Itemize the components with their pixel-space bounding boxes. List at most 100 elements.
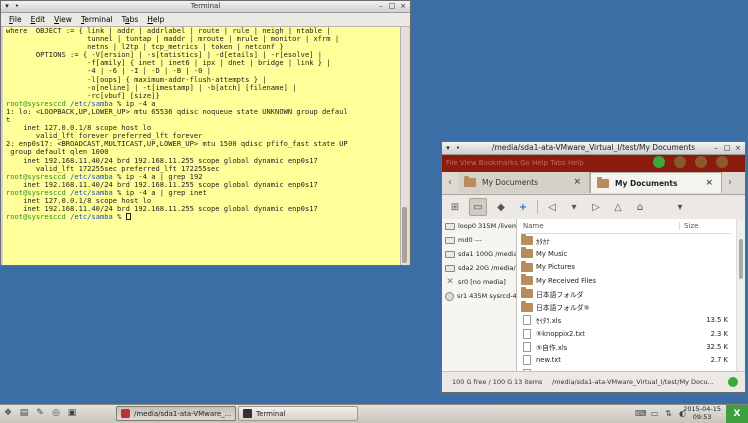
up-icon[interactable]: △ xyxy=(610,199,626,215)
sidebar-item-device[interactable]: sr1 435M sysrcd-4 xyxy=(442,289,516,303)
terminal-titlebar[interactable]: ▾ • Terminal – □ × xyxy=(1,1,410,13)
list-header: Name Size xyxy=(521,219,731,234)
fm-titlebar[interactable]: ▾ • /media/sda1-ata-VMware_Virtual_I/tes… xyxy=(442,142,745,155)
display-icon[interactable]: ▭ xyxy=(649,408,660,419)
new-tab-icon[interactable]: ⊞ xyxy=(447,199,463,215)
start-menu-icon[interactable]: ❖ xyxy=(2,407,14,419)
task-label: Terminal xyxy=(256,409,286,418)
taskbar-item-file-manager[interactable]: /media/sda1-ata-VMware_... xyxy=(116,406,236,421)
fm-toolbar: ⊞ ▭ ◆ + ◁ ▾ ▷ △ ⌂ ▾ xyxy=(442,195,745,220)
taskbar: ❖ ▤ ✎ ◎ ▣ /media/sda1-ata-VMware_... Ter… xyxy=(0,404,748,423)
clock-time: 09:53 xyxy=(692,412,712,421)
terminal-scrollbar-thumb[interactable] xyxy=(402,207,407,263)
file-name: ⑤knoppix2.txt xyxy=(536,329,585,338)
menu-tabs[interactable]: Tabs xyxy=(122,15,139,24)
browser-launcher-icon[interactable]: ◎ xyxy=(50,407,62,419)
file-list-row[interactable]: ｾｲﾀﾗ.xls 13.5 K xyxy=(521,314,731,327)
maximize-icon[interactable]: □ xyxy=(388,2,396,10)
file-manager-launcher-icon[interactable]: ▤ xyxy=(18,407,30,419)
column-size[interactable]: Size xyxy=(680,222,698,230)
bookmarks-icon[interactable]: ◆ xyxy=(493,199,509,215)
sidebar-item-device[interactable]: loop0 315M /livemnt xyxy=(442,219,516,233)
file-list-row[interactable]: 日本語フォルダ xyxy=(521,287,731,300)
fm-tabbar: ‹ My Documents × My Documents × › xyxy=(442,172,745,195)
tab-scroll-right-icon[interactable]: › xyxy=(722,172,738,194)
cd-icon xyxy=(445,291,454,301)
home-icon[interactable]: ⌂ xyxy=(632,199,648,215)
add-icon[interactable]: + xyxy=(515,199,531,215)
toolbar-dot-icon[interactable] xyxy=(716,156,728,168)
tab-close-icon[interactable]: × xyxy=(705,178,713,188)
file-list-row[interactable]: ⑤knoppix2.txt 2.3 K xyxy=(521,327,731,340)
sidebar-item-device[interactable]: md0 --- xyxy=(442,233,516,247)
drive-icon xyxy=(445,222,455,230)
no-media-icon: ✕ xyxy=(446,277,454,287)
back-history-icon[interactable]: ▾ xyxy=(566,199,582,215)
status-item-count: 13 items xyxy=(514,378,543,386)
fm-menubar: File View Bookmarks Go Help Tabs Help xyxy=(442,155,745,172)
close-icon[interactable]: × xyxy=(734,144,742,152)
menu-edit[interactable]: Edit xyxy=(31,15,46,24)
tab-scroll-left-icon[interactable]: ‹ xyxy=(442,172,458,194)
menu-terminal[interactable]: Terminal xyxy=(81,15,113,24)
tab-label: My Documents xyxy=(482,178,539,187)
file-name: My Pictures xyxy=(536,263,575,272)
sidebar-item-label: loop0 315M /livemnt xyxy=(458,222,516,230)
file-list-row[interactable]: ｶﾀｶﾅ xyxy=(521,234,731,247)
toolbar-dot-icon[interactable] xyxy=(674,156,686,168)
file-list-row[interactable]: new.txt 2.7 K xyxy=(521,354,731,367)
more-icon[interactable]: ▾ xyxy=(672,199,688,215)
file-size: 32.5 K xyxy=(706,343,728,352)
file-list-row[interactable]: My Pictures xyxy=(521,260,731,274)
show-desktop-button[interactable]: X xyxy=(726,405,748,423)
maximize-icon[interactable]: □ xyxy=(723,144,731,152)
network-icon[interactable]: ⇅ xyxy=(663,408,674,419)
tab-label: My Documents xyxy=(615,178,678,188)
folder-icon xyxy=(521,234,533,246)
status-free-space: 100 G free / 100 G xyxy=(452,378,513,386)
file-list-row[interactable]: My Received Files xyxy=(521,274,731,287)
toolbar-dot-icon[interactable] xyxy=(695,156,707,168)
minimize-icon[interactable]: – xyxy=(712,144,720,152)
tab-my-documents-1[interactable]: My Documents × xyxy=(458,172,590,193)
text-cursor xyxy=(125,213,131,221)
sidebar-item-device[interactable]: sda1 100G /media/sd xyxy=(442,247,516,261)
keyboard-icon[interactable]: ⌨ xyxy=(635,408,647,419)
column-name[interactable]: Name xyxy=(521,222,680,230)
file-list-row[interactable]: ⑤自作.xls 32.5 K xyxy=(521,340,731,353)
taskbar-item-terminal[interactable]: Terminal xyxy=(238,406,358,421)
minimize-icon[interactable]: – xyxy=(377,2,385,10)
menu-help[interactable]: Help xyxy=(147,15,164,24)
task-label: /media/sda1-ata-VMware_... xyxy=(134,409,232,418)
drive-list-icon[interactable]: ▭ xyxy=(469,198,487,216)
terminal-window[interactable]: ▾ • Terminal – □ × File Edit View Termin… xyxy=(0,0,411,266)
close-icon[interactable]: × xyxy=(399,2,407,10)
fm-menu-labels[interactable]: File View Bookmarks Go Help Tabs Help xyxy=(446,159,584,167)
folder-icon xyxy=(464,176,476,187)
sidebar-item-device[interactable]: sda2 20G /media/sd xyxy=(442,261,516,275)
terminal-output[interactable]: where OBJECT := { link | addr | addrlabe… xyxy=(3,27,403,265)
terminal-launcher-icon[interactable]: ▣ xyxy=(66,407,78,419)
menu-file[interactable]: File xyxy=(9,15,22,24)
file-list-row[interactable]: My Music xyxy=(521,247,731,260)
folder-icon xyxy=(521,300,533,312)
file-list-row[interactable]: 日本語フォルダ⑤ xyxy=(521,300,731,313)
tab-my-documents-2[interactable]: My Documents × xyxy=(590,172,722,193)
file-name: My Received Files xyxy=(536,276,597,285)
clock[interactable]: 2015-04-15 09:53 xyxy=(683,405,721,421)
file-list-scrollbar-thumb[interactable] xyxy=(739,239,743,279)
forward-icon[interactable]: ▷ xyxy=(588,199,604,215)
sidebar-item-label: sr0 [no media] xyxy=(458,278,506,286)
status-dot-icon[interactable] xyxy=(653,156,665,168)
menu-view[interactable]: View xyxy=(54,15,72,24)
editor-launcher-icon[interactable]: ✎ xyxy=(34,407,46,419)
file-manager-window[interactable]: ▾ • /media/sda1-ata-VMware_Virtual_I/tes… xyxy=(441,141,746,393)
sidebar-item-device[interactable]: ✕ sr0 [no media] xyxy=(442,275,516,289)
folder-icon-wrap xyxy=(521,274,533,286)
back-icon[interactable]: ◁ xyxy=(544,199,560,215)
terminal-icon xyxy=(243,409,252,418)
tab-close-icon[interactable]: × xyxy=(573,177,581,187)
terminal-scrollbar[interactable] xyxy=(400,27,409,265)
file-list-scrollbar[interactable] xyxy=(736,219,745,372)
sidebar-item-label: md0 --- xyxy=(458,236,482,244)
